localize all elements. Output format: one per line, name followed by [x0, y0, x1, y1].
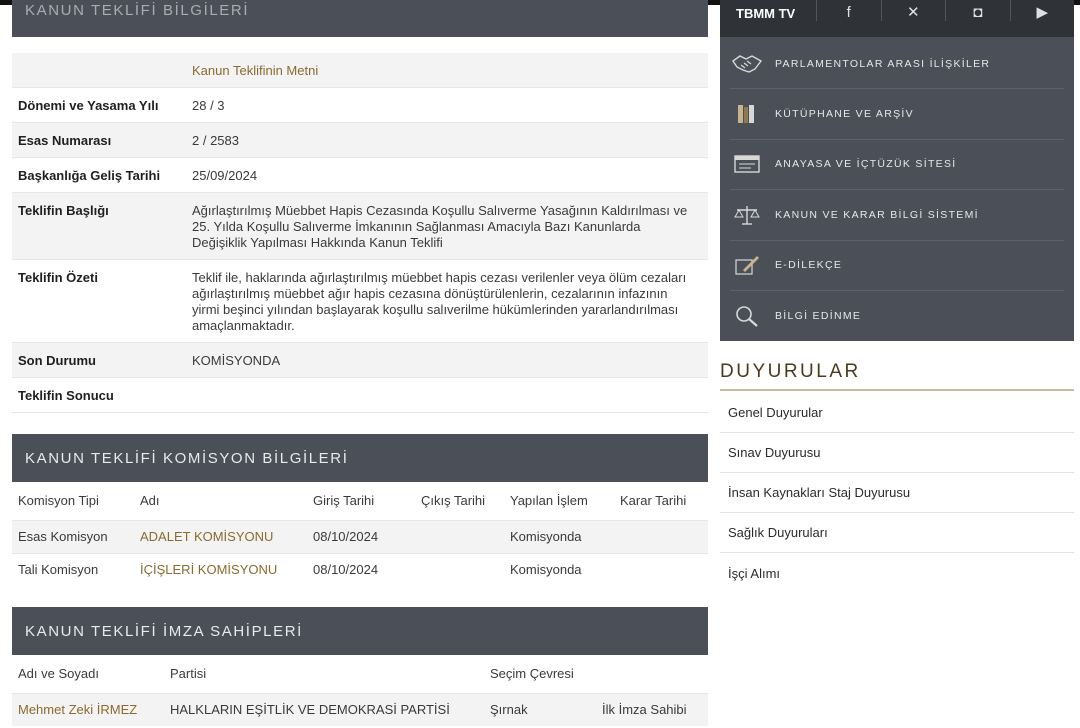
bill-info-title: KANUN TEKLİFİ BİLGİLERİ	[25, 2, 250, 19]
column-header: Partisi	[170, 666, 207, 682]
table-cell	[415, 552, 504, 586]
table-row: Kanun Teklifinin Metni	[12, 53, 708, 88]
info-label: Son Durumu	[12, 342, 192, 378]
tbmm-tv-link[interactable]: TBMM TV	[720, 6, 816, 21]
column-header: Yapılan İşlem	[510, 493, 588, 509]
column-header	[596, 655, 708, 693]
table-cell: Komisyonda	[504, 552, 614, 586]
info-value: Ağırlaştırılmış Müebbet Hapis Cezasında …	[192, 192, 708, 260]
table-cell: Esas Komisyon	[12, 519, 134, 553]
sidebar: TBMM TV f ✕ ◘ ▶ PARLAMENTOLAR ARASI İLİŞ…	[720, 0, 1074, 593]
info-label: Teklifin Başlığı	[12, 192, 192, 260]
instagram-icon[interactable]: ◘	[946, 4, 1010, 21]
column-header: Çıkış Tarihi	[421, 493, 486, 509]
bill-info-header: KANUN TEKLİFİ BİLGİLERİ	[12, 0, 708, 37]
table-cell: Komisyonda	[504, 519, 614, 553]
quick-link-label: KANUN VE KARAR BİLGİ SİSTEMİ	[775, 208, 979, 221]
quick-link-label: BİLGİ EDİNME	[775, 310, 862, 323]
table-row: Tali Komisyon İÇİŞLERİ KOMİSYONU 08/10/2…	[12, 552, 708, 586]
info-label: Esas Numarası	[12, 122, 192, 158]
signatures-table: Adı ve Soyadı Partisi Seçim Çevresi Mehm…	[12, 655, 708, 726]
signer-name-link[interactable]: Mehmet Zeki İRMEZ	[18, 702, 137, 717]
quick-links: PARLAMENTOLAR ARASI İLİŞKİLER KÜTÜPHANE …	[720, 37, 1074, 342]
info-label: Dönemi ve Yasama Yılı	[12, 87, 192, 123]
column-header: Komisyon Tipi	[18, 493, 99, 509]
quick-link-label: ANAYASA VE İÇTÜZÜK SİTESİ	[775, 158, 957, 171]
table-row: Esas Komisyon ADALET KOMİSYONU 08/10/202…	[12, 519, 708, 553]
commission-title: KANUN TEKLİFİ KOMİSYON BİLGİLERİ	[25, 449, 349, 467]
commission-header: KANUN TEKLİFİ KOMİSYON BİLGİLERİ	[12, 434, 708, 482]
info-label: Teklifin Özeti	[12, 259, 192, 343]
youtube-icon[interactable]: ▶	[1011, 3, 1075, 21]
info-value: 2 / 2583	[192, 122, 708, 158]
commission-link[interactable]: İÇİŞLERİ KOMİSYONU	[140, 562, 277, 577]
table-row: Teklifin Başlığı Ağırlaştırılmış Müebbet…	[12, 192, 708, 260]
quick-link-label: KÜTÜPHANE VE ARŞİV	[775, 108, 914, 121]
quick-link-label: PARLAMENTOLAR ARASI İLİŞKİLER	[775, 57, 991, 70]
announcement-link[interactable]: Genel Duyurular	[720, 393, 1074, 434]
x-icon[interactable]: ✕	[882, 3, 946, 21]
table-cell: Şırnak	[484, 692, 596, 726]
info-value: Teklif ile, haklarında ağırlaştırılmış m…	[192, 259, 708, 343]
table-cell: İlk İmza Sahibi	[596, 692, 708, 726]
announcement-link[interactable]: İnsan Kaynakları Staj Duyurusu	[720, 473, 1074, 514]
quick-link-law-system[interactable]: KANUN VE KARAR BİLGİ SİSTEMİ	[730, 190, 1064, 241]
bill-details-column: KANUN TEKLİFİ BİLGİLERİ Kanun Teklifinin…	[12, 0, 708, 726]
info-label: Başkanlığa Geliş Tarihi	[12, 157, 192, 193]
info-value: KOMİSYONDA	[192, 342, 708, 378]
announcement-link[interactable]: Sınav Duyurusu	[720, 433, 1074, 474]
info-value: 28 / 3	[192, 87, 708, 123]
commission-table: Komisyon Tipi Adı Giriş Tarihi Çıkış Tar…	[12, 482, 708, 586]
announcement-link[interactable]: İşçi Alımı	[720, 553, 1074, 593]
quick-link-constitution[interactable]: ANAYASA VE İÇTÜZÜK SİTESİ	[730, 140, 1064, 191]
column-header: Karar Tarihi	[620, 493, 687, 509]
feather-pen-icon	[730, 252, 764, 278]
info-value	[192, 377, 708, 413]
table-row: Mehmet Zeki İRMEZ HALKLARIN EŞİTLİK VE D…	[12, 692, 708, 726]
table-cell: HALKLARIN EŞİTLİK VE DEMOKRASİ PARTİSİ	[164, 692, 484, 726]
media-bar: TBMM TV f ✕ ◘ ▶	[720, 0, 1074, 37]
table-cell: 08/10/2024	[307, 519, 415, 553]
announcements-list: Genel Duyurular Sınav Duyurusu İnsan Kay…	[720, 393, 1074, 593]
quick-link-information-request[interactable]: BİLGİ EDİNME	[730, 291, 1064, 341]
browser-icon	[730, 151, 764, 177]
table-row: Son Durumu KOMİSYONDA	[12, 342, 708, 378]
column-header: Seçim Çevresi	[490, 666, 574, 682]
signatures-header: KANUN TEKLİFİ İMZA SAHİPLERİ	[12, 607, 708, 655]
facebook-icon[interactable]: f	[817, 4, 881, 21]
magnifier-icon	[730, 303, 764, 329]
table-row: Teklifin Sonucu	[12, 377, 708, 413]
column-header: Giriş Tarihi	[313, 493, 375, 509]
column-header: Adı ve Soyadı	[18, 666, 99, 682]
table-cell	[614, 552, 708, 586]
announcement-link[interactable]: Sağlık Duyuruları	[720, 513, 1074, 554]
table-row: Başkanlığa Geliş Tarihi 25/09/2024	[12, 157, 708, 193]
table-row: Dönemi ve Yasama Yılı 28 / 3	[12, 87, 708, 123]
quick-link-parliament-relations[interactable]: PARLAMENTOLAR ARASI İLİŞKİLER	[730, 39, 1064, 90]
table-cell: Tali Komisyon	[12, 552, 134, 586]
table-row: Esas Numarası 2 / 2583	[12, 122, 708, 158]
column-header: Adı	[140, 493, 160, 509]
info-label	[12, 53, 192, 88]
quick-link-library[interactable]: KÜTÜPHANE VE ARŞİV	[730, 89, 1064, 140]
info-label: Teklifin Sonucu	[12, 377, 192, 413]
quick-link-label: E-DİLEKÇE	[775, 259, 843, 272]
table-cell	[415, 519, 504, 553]
books-icon	[730, 101, 764, 127]
scales-icon	[730, 202, 764, 228]
table-header-row: Komisyon Tipi Adı Giriş Tarihi Çıkış Tar…	[12, 482, 708, 520]
table-cell	[614, 519, 708, 553]
commission-link[interactable]: ADALET KOMİSYONU	[140, 529, 273, 544]
announcements-title: DUYURULAR	[720, 361, 1074, 392]
signatures-title: KANUN TEKLİFİ İMZA SAHİPLERİ	[25, 622, 303, 640]
quick-link-e-petition[interactable]: E-DİLEKÇE	[730, 241, 1064, 291]
handshake-icon	[730, 51, 764, 77]
table-row: Teklifin Özeti Teklif ile, haklarında ağ…	[12, 259, 708, 343]
table-cell: 08/10/2024	[307, 552, 415, 586]
info-value: 25/09/2024	[192, 157, 708, 193]
bill-text-link[interactable]: Kanun Teklifinin Metni	[192, 63, 318, 78]
table-header-row: Adı ve Soyadı Partisi Seçim Çevresi	[12, 655, 708, 693]
bill-info-table: Kanun Teklifinin Metni Dönemi ve Yasama …	[12, 53, 708, 413]
